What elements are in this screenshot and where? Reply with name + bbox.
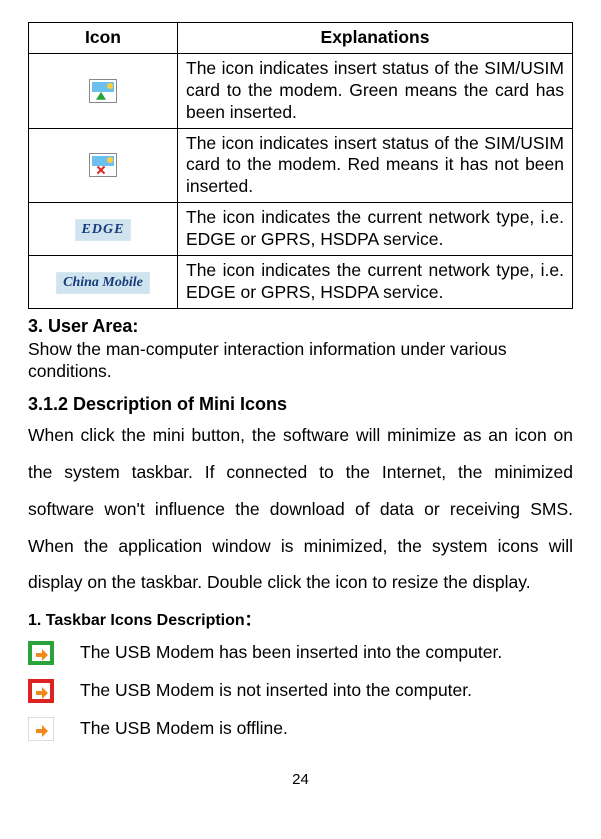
user-area-text: Show the man-computer interaction inform… xyxy=(28,339,573,383)
modem-inserted-text: The USB Modem has been inserted into the… xyxy=(80,642,502,664)
mini-icons-heading: 3.1.2 Description of Mini Icons xyxy=(28,393,573,416)
sim-not-inserted-icon-cell xyxy=(29,128,178,203)
taskbar-heading: 1. Taskbar Icons Description： xyxy=(28,611,573,631)
sim-inserted-icon xyxy=(89,79,117,103)
edge-icon: EDGE xyxy=(75,219,132,241)
sim-inserted-icon-cell xyxy=(29,53,178,128)
taskbar-row-inserted: The USB Modem has been inserted into the… xyxy=(28,641,573,665)
header-explanations: Explanations xyxy=(178,23,573,54)
modem-inserted-icon xyxy=(28,641,54,665)
carrier-icon: China Mobile xyxy=(56,272,150,294)
sim-not-inserted-explanation: The icon indicates insert status of the … xyxy=(178,128,573,203)
carrier-explanation: The icon indicates the current network t… xyxy=(178,255,573,308)
edge-icon-cell: EDGE xyxy=(29,203,178,256)
modem-offline-icon xyxy=(28,717,54,741)
sim-inserted-explanation: The icon indicates insert status of the … xyxy=(178,53,573,128)
page-number: 24 xyxy=(28,771,573,790)
taskbar-row-not-inserted: The USB Modem is not inserted into the c… xyxy=(28,679,573,703)
user-area-heading: 3. User Area: xyxy=(28,315,573,338)
taskbar-row-offline: The USB Modem is offline. xyxy=(28,717,573,741)
icon-table: Icon Explanations The icon indicates ins… xyxy=(28,22,573,309)
modem-not-inserted-text: The USB Modem is not inserted into the c… xyxy=(80,680,472,702)
header-icon: Icon xyxy=(29,23,178,54)
sim-not-inserted-icon xyxy=(89,153,117,177)
modem-offline-text: The USB Modem is offline. xyxy=(80,718,288,740)
edge-explanation: The icon indicates the current network t… xyxy=(178,203,573,256)
modem-not-inserted-icon xyxy=(28,679,54,703)
mini-icons-text: When click the mini button, the software… xyxy=(28,417,573,601)
carrier-icon-cell: China Mobile xyxy=(29,255,178,308)
